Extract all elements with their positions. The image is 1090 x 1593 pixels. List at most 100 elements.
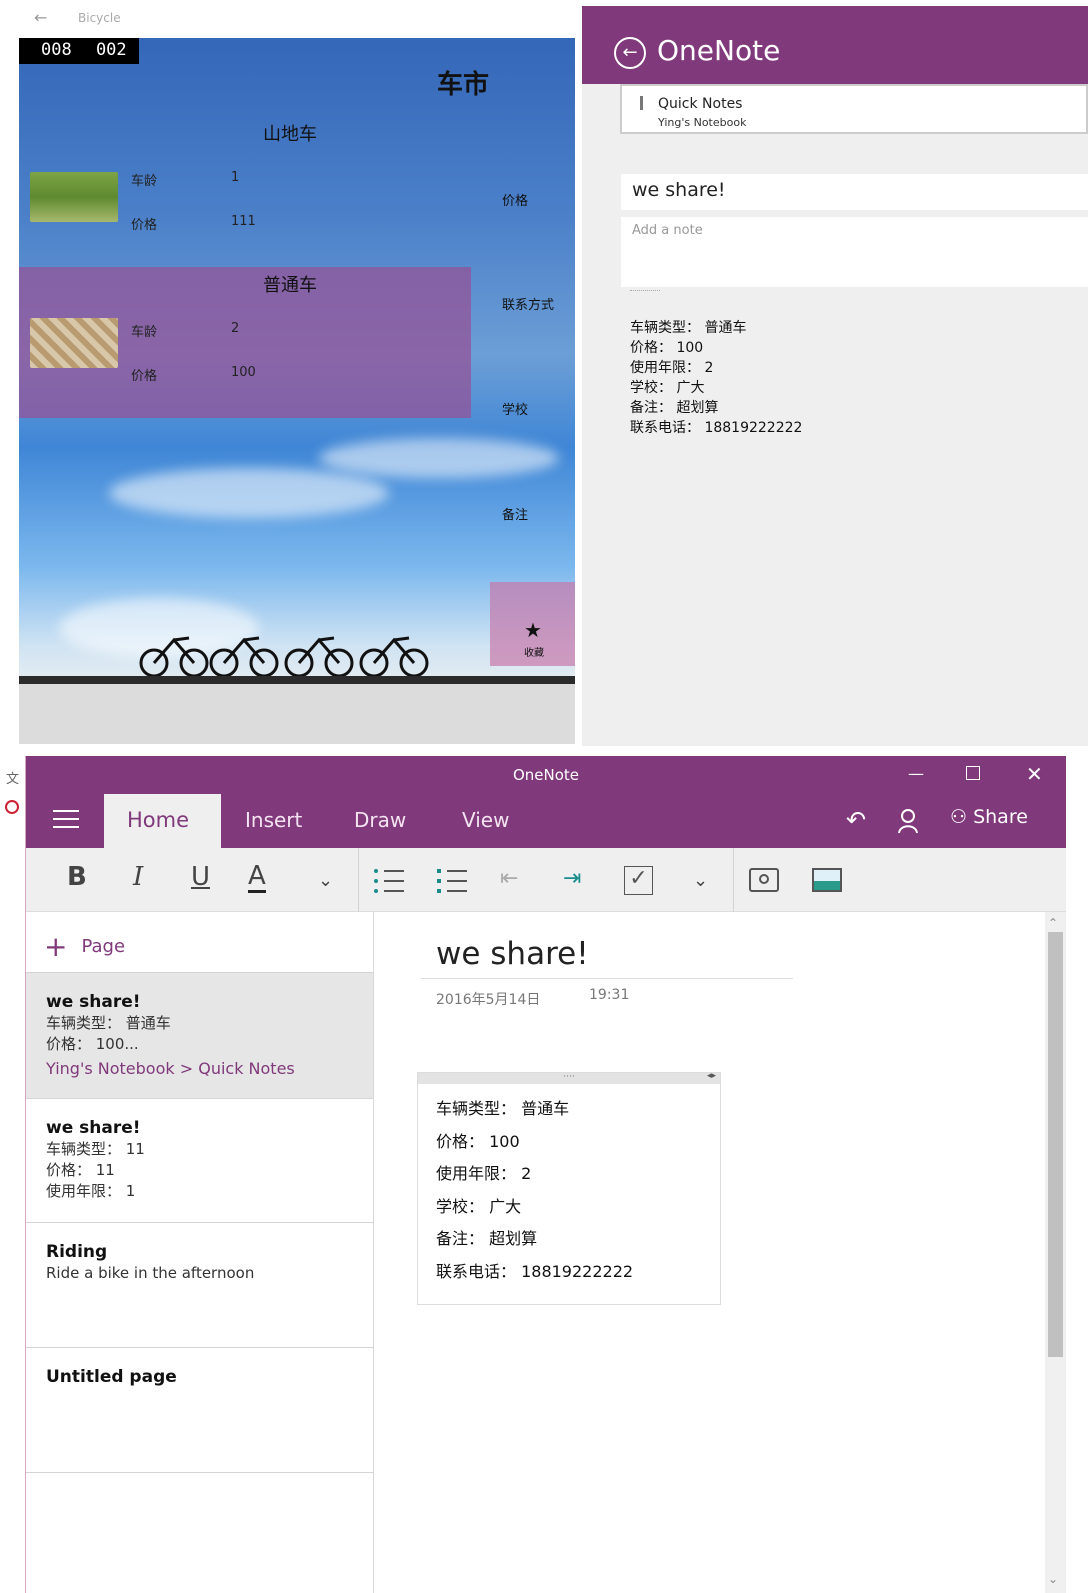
page-preview-line: 车辆类型： 11	[46, 1140, 145, 1158]
page-title: we share!	[46, 1118, 141, 1138]
back-circle-icon[interactable]: ←	[614, 37, 646, 69]
underline-button[interactable]: U	[191, 862, 210, 892]
notebook-section-picker[interactable]: Quick Notes Ying's Notebook	[620, 84, 1088, 134]
notebook-name: Ying's Notebook	[658, 116, 747, 129]
note-line: 车辆类型： 普通车	[436, 1099, 570, 1118]
numbered-list-icon[interactable]	[437, 869, 467, 894]
price-value: 100	[231, 365, 256, 380]
page-preview-line: 使用年限： 1	[46, 1182, 136, 1200]
bold-button[interactable]: B	[67, 862, 87, 892]
note-title-field[interactable]: we share!	[621, 174, 1088, 210]
side-label-contact[interactable]: 联系方式	[502, 294, 554, 313]
section-color-bar	[640, 96, 643, 110]
maximize-icon[interactable]	[966, 766, 980, 780]
shared-line: 使用年限： 2	[630, 360, 714, 376]
close-icon[interactable]: ✕	[1026, 762, 1043, 786]
mountain-bike-thumbnail[interactable]	[30, 172, 118, 222]
note-line: 价格： 100	[436, 1131, 520, 1151]
onenote-share-panel: ← OneNote Quick Notes Ying's Notebook we…	[582, 6, 1088, 746]
page-list: + Page we share! 车辆类型： 普通车 价格： 100... Yin…	[26, 912, 374, 1593]
note-line: 联系电话： 18819222222	[436, 1261, 634, 1281]
account-icon[interactable]	[898, 808, 918, 834]
shared-line: 备注： 超划算	[630, 400, 719, 416]
tab-draw[interactable]: Draw	[354, 808, 406, 832]
tab-home[interactable]: Home	[127, 808, 189, 832]
bicycle-titlebar: ← Bicycle	[0, 0, 582, 38]
add-page-button[interactable]: + Page	[44, 930, 125, 963]
note-container-drag-handle[interactable]: ···· ◂▸	[418, 1072, 720, 1084]
shared-line: 价格： 100	[630, 340, 704, 356]
page-title: Untitled page	[46, 1367, 177, 1387]
increase-indent-icon[interactable]: ⇥	[563, 866, 581, 891]
font-color-button[interactable]: A	[248, 862, 266, 893]
favorite-label: 收藏	[524, 648, 544, 659]
bicycle-app-window: ← Bicycle 008 002 车市 山地车 车龄 1 价格 111 普通车…	[0, 0, 582, 750]
age-label: 车龄	[131, 174, 158, 189]
bicycles-silhouette	[139, 636, 429, 678]
undo-icon[interactable]: ↶	[846, 806, 866, 834]
decrease-indent-icon[interactable]: ⇤	[500, 866, 518, 891]
sky-cloud	[109, 468, 389, 518]
page-title: we share!	[46, 992, 141, 1012]
italic-button[interactable]: I	[133, 862, 143, 892]
bicycle-market-canvas: 008 002 车市 山地车 车龄 1 价格 111 普通车 车龄 2 价格 1…	[19, 38, 575, 744]
edge-char: 文	[6, 772, 20, 787]
share-title: OneNote	[657, 34, 781, 67]
regular-bike-thumbnail[interactable]	[30, 318, 118, 368]
note-line: 使用年限： 2	[436, 1164, 532, 1183]
price-label: 价格	[131, 369, 158, 384]
add-note-field[interactable]: Add a note	[621, 217, 1088, 287]
category-title: 山地车	[263, 124, 317, 145]
note-line: 学校： 广大	[436, 1196, 522, 1216]
camera-icon[interactable]	[749, 868, 779, 892]
page-item[interactable]: we share! 车辆类型： 11 价格： 11 使用年限： 1	[26, 1098, 373, 1222]
window-titlebar: OneNote — ✕	[26, 756, 1066, 794]
chevron-down-icon[interactable]: ⌄	[318, 870, 333, 891]
page-item[interactable]: Riding Ride a bike in the afternoon	[26, 1222, 373, 1347]
page-preview-line: 价格： 100...	[46, 1035, 139, 1053]
ribbon-tabs: Home Insert Draw View ↶ ⚇ Share	[26, 794, 1066, 848]
chevron-down-icon[interactable]: ⌄	[693, 870, 708, 891]
bullet-list-icon[interactable]	[374, 869, 404, 894]
age-label: 车龄	[131, 325, 158, 340]
note-container[interactable]: ···· ◂▸ 车辆类型： 普通车 价格： 100 使用年限： 2 学校： 广大 …	[417, 1072, 721, 1305]
picture-icon[interactable]	[812, 868, 842, 892]
back-arrow-icon[interactable]: ←	[34, 8, 47, 27]
share-header: ← OneNote	[582, 6, 1088, 84]
toolbar-separator	[733, 848, 734, 912]
app-icon[interactable]	[5, 800, 19, 814]
side-label-price[interactable]: 价格	[502, 190, 528, 209]
page-item[interactable]: Untitled page	[26, 1347, 373, 1472]
section-name: Quick Notes	[658, 96, 743, 112]
tab-insert[interactable]: Insert	[245, 808, 302, 832]
shared-content: 车辆类型： 普通车 价格： 100 使用年限： 2 学校： 广大 备注： 超划算…	[630, 318, 802, 438]
plus-icon: +	[44, 930, 68, 963]
scroll-thumb[interactable]	[1048, 932, 1063, 1357]
minimize-icon[interactable]: —	[908, 764, 924, 783]
todo-checkbox-icon[interactable]: ✓	[624, 866, 653, 895]
age-value: 1	[231, 170, 240, 185]
hamburger-menu-icon[interactable]	[53, 810, 79, 834]
toolbar-separator	[358, 848, 359, 912]
share-label: Share	[973, 806, 1028, 828]
page-preview-line: Ride a bike in the afternoon	[46, 1264, 255, 1282]
page-list-empty-area	[26, 1472, 373, 1593]
title-underline	[421, 978, 793, 979]
shared-line: 车辆类型： 普通车	[630, 320, 747, 336]
page-preview-line: 车辆类型： 普通车	[46, 1014, 171, 1032]
page-item-selected[interactable]: we share! 车辆类型： 普通车 价格： 100... Ying's No…	[26, 972, 373, 1098]
resize-arrows-icon[interactable]: ◂▸	[707, 1072, 716, 1081]
share-button[interactable]: ⚇ Share	[950, 806, 1028, 828]
divider	[630, 290, 660, 291]
tab-view[interactable]: View	[462, 808, 509, 832]
price-value: 111	[231, 214, 256, 229]
category-title: 普通车	[263, 275, 317, 296]
scroll-up-icon[interactable]: ⌃	[1048, 916, 1058, 930]
note-page-title[interactable]: we share!	[436, 936, 589, 972]
vertical-scrollbar[interactable]: ⌃ ⌄	[1045, 912, 1066, 1593]
side-label-remarks[interactable]: 备注	[502, 504, 528, 523]
scroll-down-icon[interactable]: ⌄	[1048, 1572, 1058, 1586]
side-label-school[interactable]: 学校	[502, 399, 528, 418]
page-breadcrumb[interactable]: Ying's Notebook > Quick Notes	[46, 1057, 373, 1081]
note-content[interactable]: 车辆类型： 普通车 价格： 100 使用年限： 2 学校： 广大 备注： 超划算…	[436, 1093, 633, 1288]
